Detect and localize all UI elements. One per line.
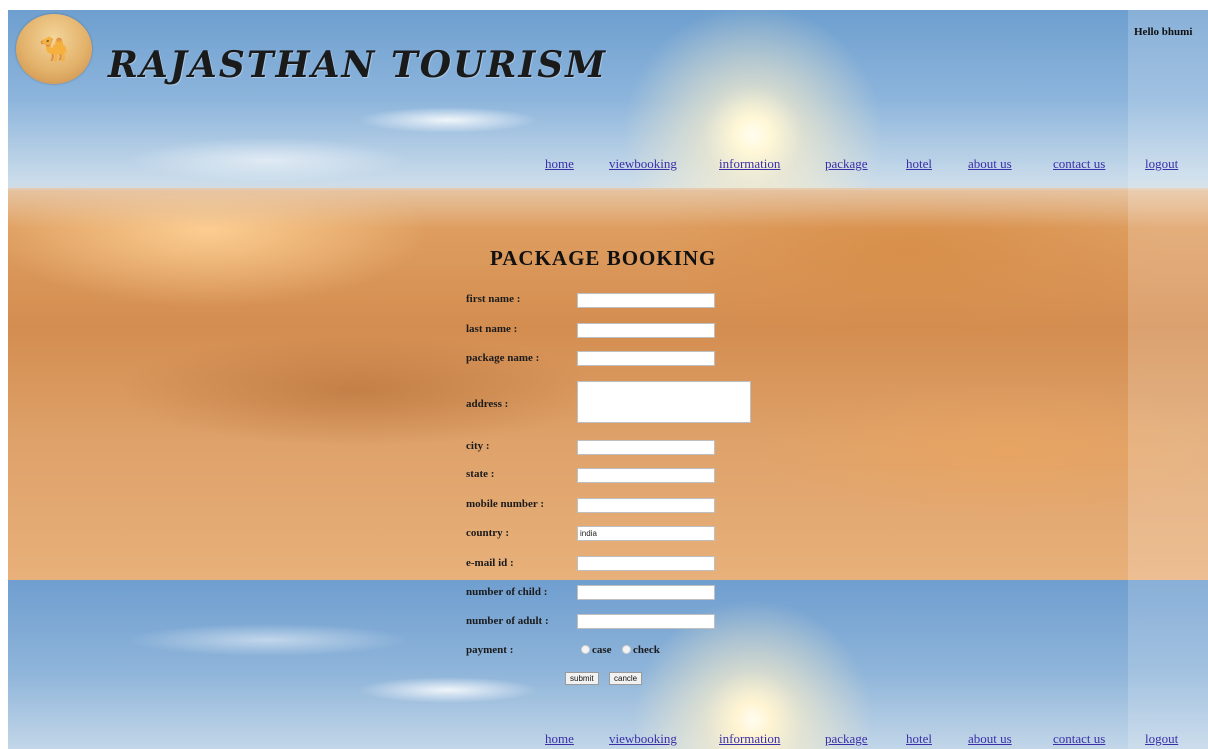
nav-viewbooking[interactable]: viewbooking <box>609 156 677 172</box>
nav-information[interactable]: information <box>719 156 780 172</box>
form-title: PACKAGE BOOKING <box>490 246 717 270</box>
adults-input[interactable] <box>577 614 715 629</box>
adults-label: number of adult : <box>466 615 549 627</box>
top-nav: home viewbooking information package hot… <box>8 156 1208 176</box>
site-title: RAJASTHAN TOURISM <box>108 44 608 86</box>
bottom-nav: home viewbooking information package hot… <box>8 731 1208 749</box>
nav-home[interactable]: home <box>545 156 574 172</box>
city-label: city : <box>466 440 490 452</box>
email-input[interactable] <box>577 556 715 571</box>
footer-nav-hotel[interactable]: hotel <box>906 731 932 747</box>
children-label: number of child : <box>466 586 548 598</box>
mobile-number-label: mobile number : <box>466 498 545 510</box>
email-label: e-mail id : <box>466 557 514 569</box>
nav-package[interactable]: package <box>825 156 868 172</box>
address-label: address : <box>466 398 509 410</box>
last-name-label: last name : <box>466 323 518 335</box>
state-label: state : <box>466 468 495 480</box>
package-name-label: package name : <box>466 352 540 364</box>
page: 🐪 RAJASTHAN TOURISM Hello bhumi home vie… <box>8 10 1208 749</box>
cancel-button[interactable]: cancle <box>609 672 643 685</box>
footer-nav-package[interactable]: package <box>825 731 868 747</box>
footer-nav-home[interactable]: home <box>545 731 574 747</box>
footer-nav-viewbooking[interactable]: viewbooking <box>609 731 677 747</box>
dune-haze <box>8 188 1208 228</box>
right-strip <box>1128 10 1208 749</box>
children-input[interactable] <box>577 585 715 600</box>
sky-background-bottom <box>8 580 1208 749</box>
nav-hotel[interactable]: hotel <box>906 156 932 172</box>
sky-background <box>8 10 1208 210</box>
payment-case-radio[interactable] <box>581 645 590 654</box>
footer-nav-information[interactable]: information <box>719 731 780 747</box>
nav-contact-us[interactable]: contact us <box>1053 156 1105 172</box>
address-textarea[interactable] <box>577 381 751 423</box>
first-name-label: first name : <box>466 293 521 305</box>
country-label: country : <box>466 527 510 539</box>
nav-logout[interactable]: logout <box>1145 156 1178 172</box>
city-input[interactable] <box>577 440 715 455</box>
last-name-input[interactable] <box>577 323 715 338</box>
footer-nav-contact-us[interactable]: contact us <box>1053 731 1105 747</box>
country-input[interactable] <box>577 526 715 541</box>
payment-check-label: check <box>633 644 660 656</box>
payment-label: payment : <box>466 644 514 656</box>
payment-check-radio[interactable] <box>622 645 631 654</box>
state-input[interactable] <box>577 468 715 483</box>
first-name-input[interactable] <box>577 293 715 308</box>
submit-button[interactable]: submit <box>565 672 599 685</box>
footer-nav-about-us[interactable]: about us <box>968 731 1012 747</box>
user-greeting: Hello bhumi <box>1134 26 1193 38</box>
mobile-number-input[interactable] <box>577 498 715 513</box>
nav-about-us[interactable]: about us <box>968 156 1012 172</box>
payment-case-label: case <box>592 644 612 656</box>
footer-nav-logout[interactable]: logout <box>1145 731 1178 747</box>
camel-rider-logo-icon: 🐪 <box>16 14 92 84</box>
package-name-input[interactable] <box>577 351 715 366</box>
